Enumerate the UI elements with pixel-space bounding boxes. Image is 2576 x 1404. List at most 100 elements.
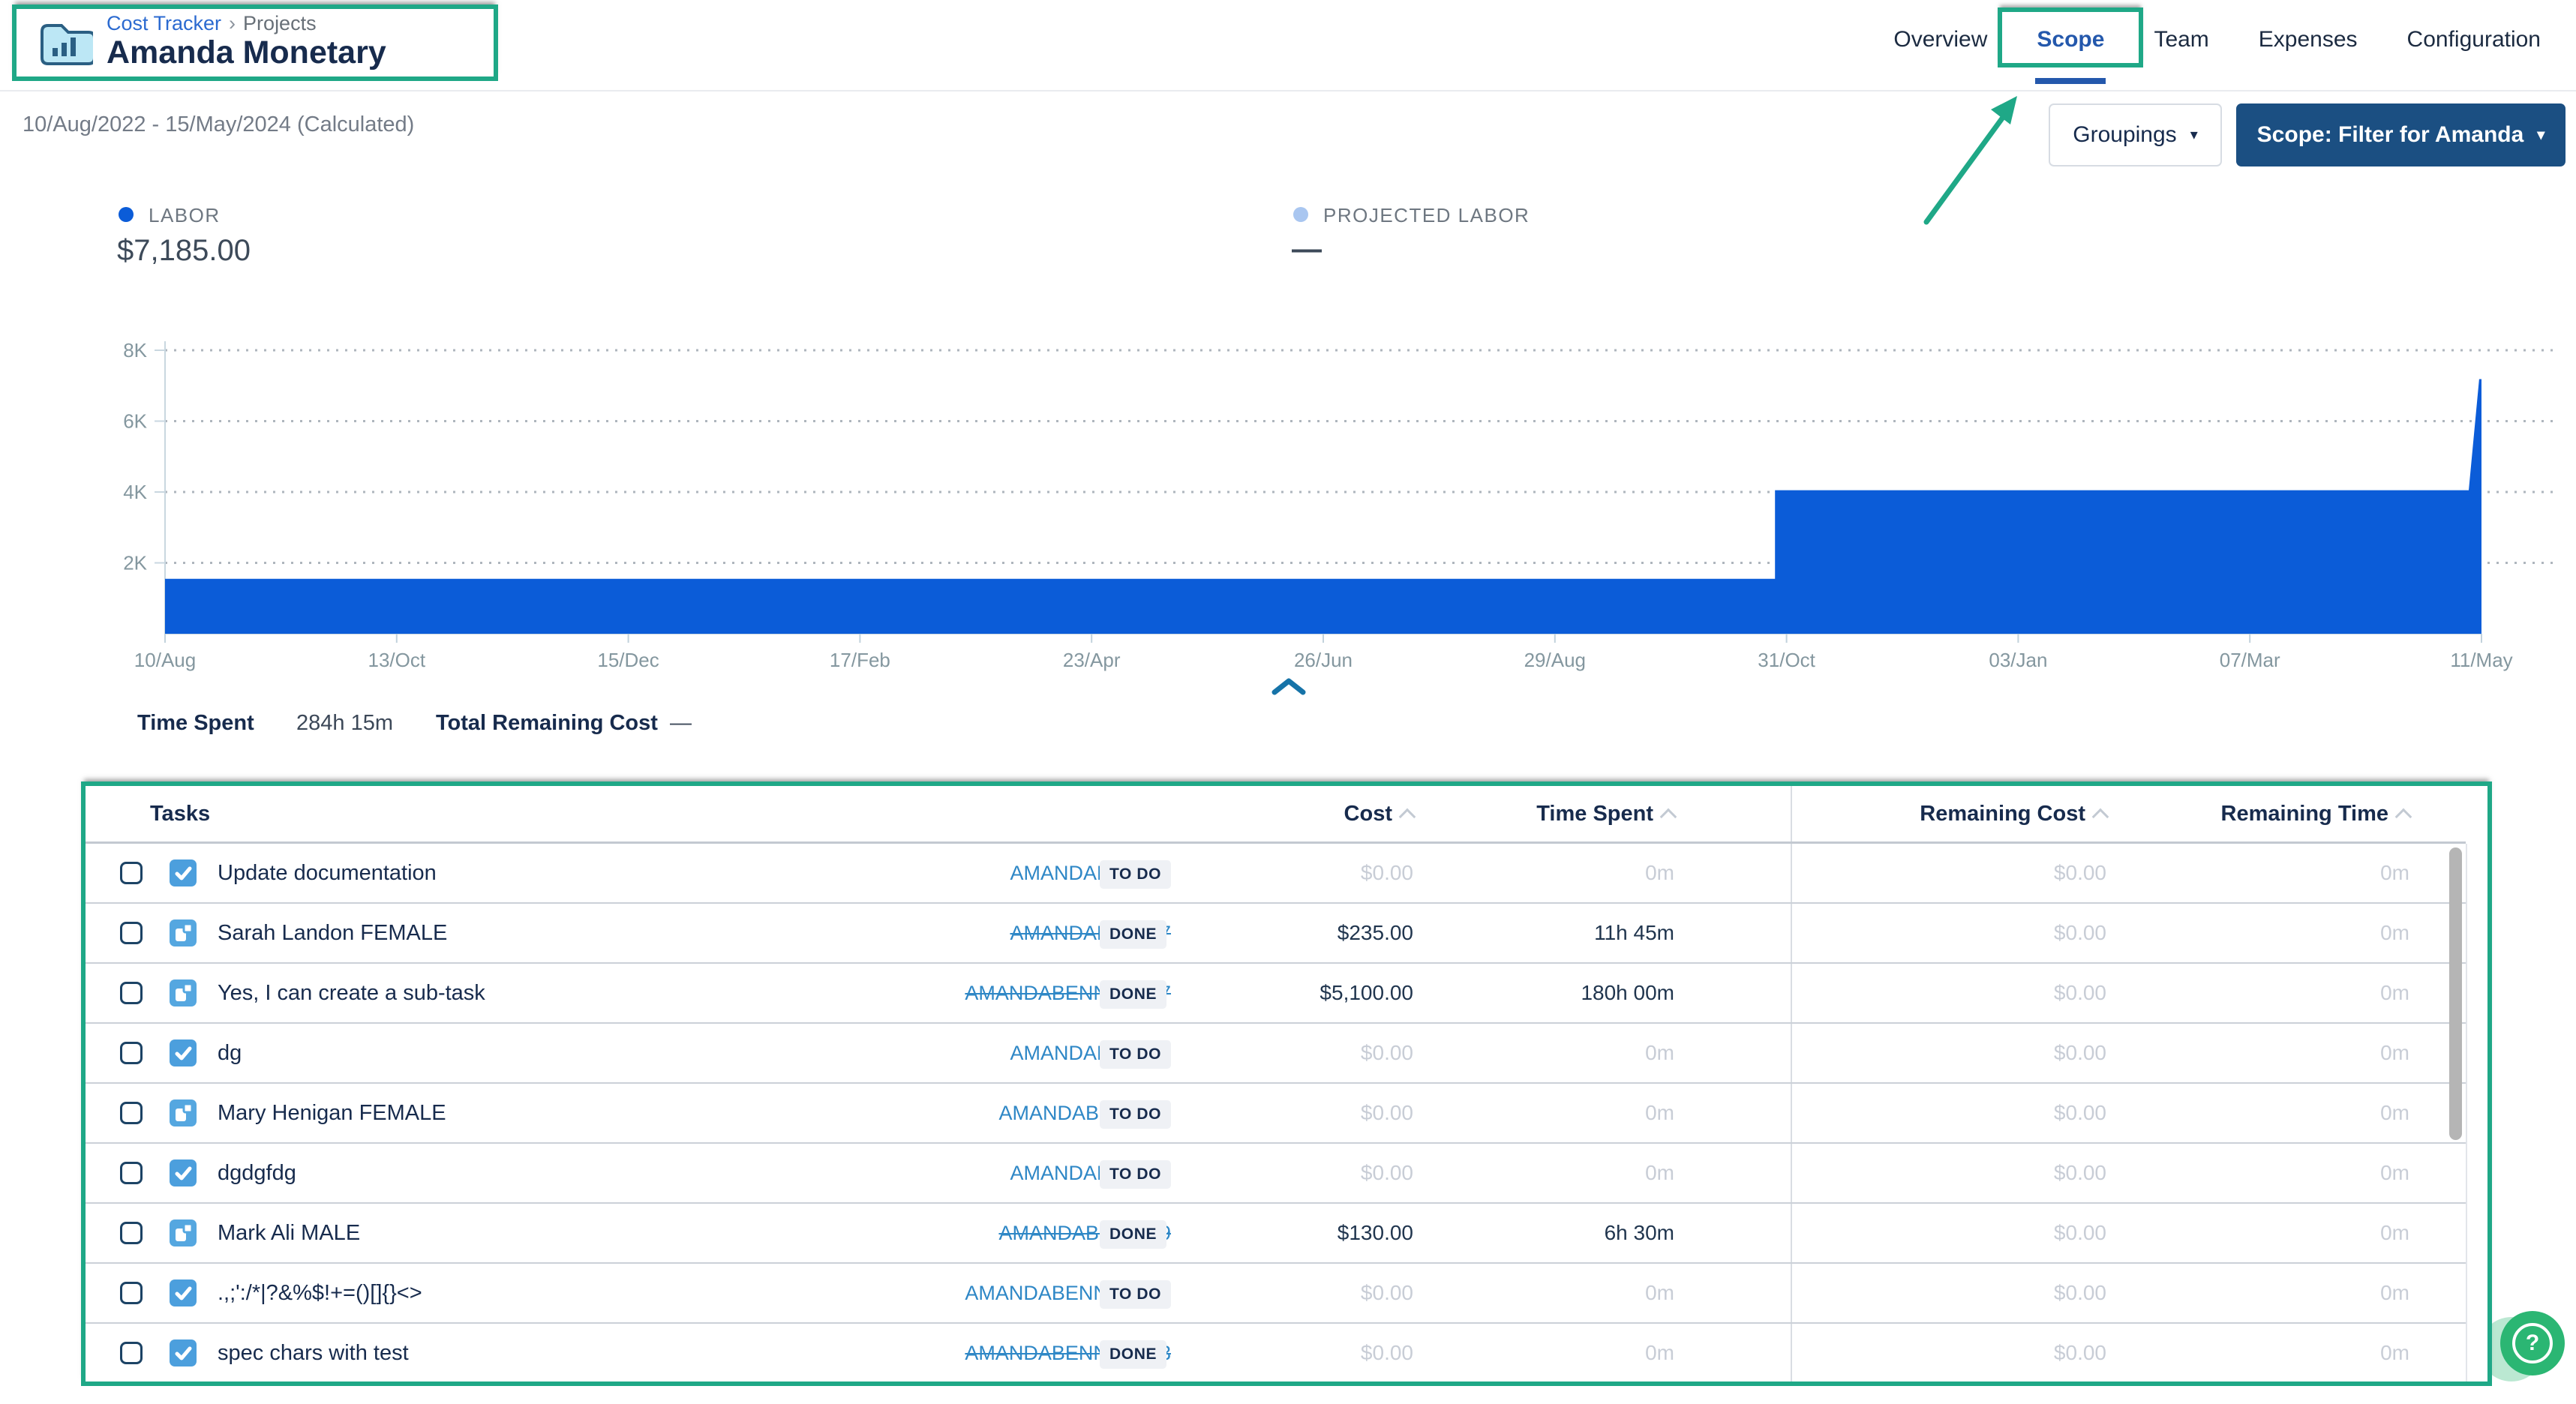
time-spent-cell: 180h 00m xyxy=(1436,964,1674,1022)
scope-filter-button[interactable]: Scope: Filter for Amanda ▾ xyxy=(2236,104,2565,166)
status-badge: DONE xyxy=(1100,920,1166,949)
time-spent-cell: 0m xyxy=(1436,1024,1674,1082)
remaining-cost-cell: $0.00 xyxy=(1863,1324,2106,1382)
tab-expenses[interactable]: Expenses xyxy=(2259,27,2358,52)
task-name: Mark Ali MALE xyxy=(218,1204,360,1262)
remaining-time-cell: 0m xyxy=(2148,844,2409,902)
task-name: Sarah Landon FEMALE xyxy=(218,904,447,962)
collapse-chart-chevron-icon[interactable] xyxy=(1271,677,1306,699)
time-spent-cell: 0m xyxy=(1436,1264,1674,1322)
table-row: spec chars with testAMANDABENN-15643DONE… xyxy=(86,1324,2466,1382)
svg-text:11/May: 11/May xyxy=(2450,649,2512,671)
row-checkbox[interactable] xyxy=(120,1162,143,1184)
task-name: spec chars with test xyxy=(218,1324,409,1382)
tab-scope[interactable]: Scope xyxy=(2037,27,2104,52)
status-badge: DONE xyxy=(1100,1340,1166,1369)
cost-cell: $0.00 xyxy=(1173,1024,1413,1082)
column-header-label: Time Spent xyxy=(1536,802,1653,826)
sort-caret-icon xyxy=(1660,808,1677,826)
row-checkbox[interactable] xyxy=(120,1042,143,1064)
time-spent-cell: 0m xyxy=(1436,1144,1674,1202)
row-checkbox[interactable] xyxy=(120,862,143,884)
column-header-label: Cost xyxy=(1344,802,1392,826)
project-folder-icon xyxy=(36,18,93,71)
cost-cell: $0.00 xyxy=(1173,844,1413,902)
task-icon xyxy=(170,1160,197,1186)
task-name: Mary Henigan FEMALE xyxy=(218,1084,446,1142)
status-badge: TO DO xyxy=(1100,1160,1171,1189)
breadcrumb-cost-tracker-link[interactable]: Cost Tracker xyxy=(107,12,221,34)
question-mark-icon: ? xyxy=(2512,1323,2553,1364)
row-checkbox[interactable] xyxy=(120,1222,143,1244)
task-icon xyxy=(170,1280,197,1306)
time-spent-cell: 0m xyxy=(1436,1084,1674,1142)
svg-text:07/Mar: 07/Mar xyxy=(2220,649,2280,671)
row-checkbox[interactable] xyxy=(120,1342,143,1364)
svg-text:15/Dec: 15/Dec xyxy=(597,649,659,671)
tab-team[interactable]: Team xyxy=(2154,27,2208,52)
row-checkbox[interactable] xyxy=(120,922,143,944)
cost-cell: $130.00 xyxy=(1173,1204,1413,1262)
time-spent-cell: 11h 45m xyxy=(1436,904,1674,962)
task-name: .,;':/*|?&%$!+=()[]{}<> xyxy=(218,1264,422,1322)
sort-caret-icon xyxy=(1399,808,1416,826)
svg-text:03/Jan: 03/Jan xyxy=(1989,649,2047,671)
remaining-time-cell: 0m xyxy=(2148,1084,2409,1142)
total-remaining-cost-label: Total Remaining Cost xyxy=(436,711,658,736)
svg-text:10/Aug: 10/Aug xyxy=(134,649,196,671)
column-header-label: Remaining Time xyxy=(2221,802,2388,826)
table-row: Mark Ali MALEAMANDABENN-39DONE$130.006h … xyxy=(86,1204,2466,1264)
status-badge: TO DO xyxy=(1100,860,1171,889)
row-checkbox[interactable] xyxy=(120,1102,143,1124)
groupings-button[interactable]: Groupings ▾ xyxy=(2049,104,2222,166)
labor-cost-area-chart: 2K4K6K8K10/Aug13/Oct15/Dec17/Feb23/Apr26… xyxy=(0,322,2576,698)
tab-configuration[interactable]: Configuration xyxy=(2407,27,2541,52)
table-row: Update documentationAMANDABENN-1TO DO$0.… xyxy=(86,844,2466,904)
table-row: dgAMANDABENN-2TO DO$0.000m$0.000m xyxy=(86,1024,2466,1084)
time-spent-cell: 0m xyxy=(1436,1324,1674,1382)
task-name: Yes, I can create a sub-task xyxy=(218,964,485,1022)
sort-caret-icon xyxy=(2092,808,2109,826)
row-checkbox[interactable] xyxy=(120,982,143,1004)
table-body: Update documentationAMANDABENN-1TO DO$0.… xyxy=(86,844,2467,1382)
column-header-remaining-time[interactable]: Remaining Time xyxy=(2148,786,2409,842)
remaining-cost-cell: $0.00 xyxy=(1863,1084,2106,1142)
cost-cell: $0.00 xyxy=(1173,1144,1413,1202)
labor-legend-label[interactable]: LABOR xyxy=(149,204,221,227)
nav-tabs: Overview Scope Team Expenses Configuration xyxy=(1893,27,2541,52)
svg-text:26/Jun: 26/Jun xyxy=(1294,649,1353,671)
column-header-time-spent[interactable]: Time Spent xyxy=(1436,786,1674,842)
column-header-tasks: Tasks xyxy=(150,786,210,842)
task-name: dg xyxy=(218,1024,242,1082)
projected-labor-legend-label[interactable]: PROJECTED LABOR xyxy=(1323,204,1530,227)
labor-legend-dot xyxy=(119,207,134,222)
column-header-remaining-cost[interactable]: Remaining Cost xyxy=(1863,786,2106,842)
status-badge: TO DO xyxy=(1100,1280,1171,1309)
task-icon xyxy=(170,860,197,886)
help-button[interactable]: ? xyxy=(2500,1311,2565,1376)
time-spent-cell: 0m xyxy=(1436,844,1674,902)
svg-text:8K: 8K xyxy=(123,339,147,362)
table-header-row: Tasks Cost Time Spent Remaining Cost Remain… xyxy=(86,786,2466,844)
cost-cell: $5,100.00 xyxy=(1173,964,1413,1022)
tasks-table: Tasks Cost Time Spent Remaining Cost Remain… xyxy=(81,782,2492,1386)
table-scrollbar-thumb[interactable] xyxy=(2449,848,2462,1140)
page-title: Amanda Monetary xyxy=(107,34,386,71)
groupings-label: Groupings xyxy=(2073,122,2176,148)
remaining-cost-cell: $0.00 xyxy=(1863,964,2106,1022)
column-header-cost[interactable]: Cost xyxy=(1173,786,1413,842)
svg-text:31/Oct: 31/Oct xyxy=(1758,649,1815,671)
tab-overview[interactable]: Overview xyxy=(1893,27,1987,52)
cost-cell: $0.00 xyxy=(1173,1084,1413,1142)
remaining-cost-cell: $0.00 xyxy=(1863,844,2106,902)
column-header-label: Remaining Cost xyxy=(1920,802,2085,826)
summary-row: Time Spent 284h 15m Total Remaining Cost… xyxy=(0,711,2576,744)
scope-filter-label: Scope: Filter for Amanda xyxy=(2257,122,2524,148)
projected-labor-legend-dot xyxy=(1293,207,1308,222)
table-row: Mary Henigan FEMALEAMANDABENN-50TO DO$0.… xyxy=(86,1084,2466,1144)
breadcrumb-separator: › xyxy=(229,12,236,34)
subtask-icon xyxy=(170,920,197,946)
subtask-icon xyxy=(170,1220,197,1246)
task-name: dgdgfdg xyxy=(218,1144,296,1202)
row-checkbox[interactable] xyxy=(120,1282,143,1304)
